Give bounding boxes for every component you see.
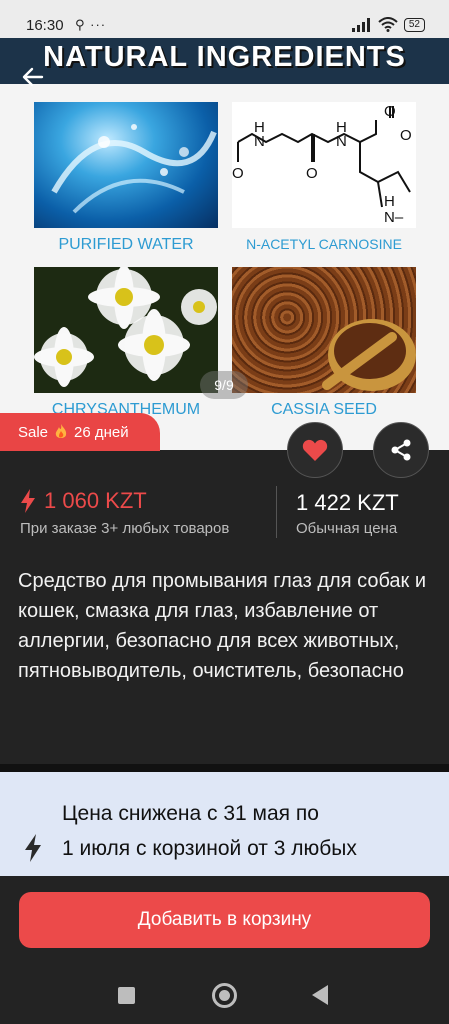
svg-text:H: H [384,193,395,210]
purified-water-image [34,102,218,228]
chrysanthemum-image [34,267,218,393]
status-time: 16:30 [26,17,64,34]
tile-label: CASSIA SEED [271,401,377,418]
recent-apps-icon[interactable] [118,987,135,1004]
price-section: 1 060 KZT При заказе 3+ любых товаров 1 … [0,470,449,550]
svg-text:O: O [384,103,396,120]
lightning-icon [25,834,41,862]
regular-price: 1 422 KZT [296,490,399,515]
add-to-cart-button[interactable]: Добавить в корзину [19,892,430,948]
system-nav-bar [0,964,449,1024]
heart-icon [302,439,328,461]
status-right-icons: 52 [351,17,425,32]
sale-days: 26 дней [74,423,129,441]
svg-text:N: N [254,133,265,150]
back-triangle-icon[interactable] [312,985,328,1005]
gallery-page-indicator: 9/9 [200,371,248,399]
gallery-banner-title: NATURAL INGREDIENTS [43,41,406,73]
promo-line-2: 1 июля с корзиной от 3 любых [62,837,357,860]
cassia-seed-image [232,267,416,393]
wifi-icon [378,17,398,32]
promo-line-1: Цена снижена с 31 мая по [62,802,319,825]
status-bar: 16:30 ⚲ ··· 52 [0,0,449,38]
product-screen: 16:30 ⚲ ··· 52 NATURAL INGREDIENTS PURIF… [0,0,449,1024]
svg-text:N: N [336,133,347,150]
tile-label: PURIFIED WATER [58,236,194,253]
product-image-gallery[interactable]: NATURAL INGREDIENTS PURIFIED WATER H N H… [0,38,449,450]
svg-text:O: O [232,165,244,182]
sale-price: 1 060 KZT [20,488,147,514]
arrow-left-icon [22,67,44,87]
product-description: Средство для промывания глаз для собак и… [18,570,427,682]
sale-price-value: 1 060 KZT [44,488,147,513]
cart-area: Добавить в корзину [0,876,449,964]
notification-icons: ⚲ ··· [75,17,107,32]
price-divider [276,486,277,538]
home-icon[interactable] [212,983,237,1008]
battery-icon: 52 [403,17,425,32]
svg-text:O: O [306,165,318,182]
svg-text:O: O [400,127,412,144]
section-divider [0,764,449,772]
lightning-icon [21,489,35,513]
fire-icon [55,424,67,438]
sale-badge: Sale 26 дней [0,413,160,451]
tile-label: N-ACETYL CARNOSINE [246,236,402,252]
sale-price-note: При заказе 3+ любых товаров [20,520,230,537]
sale-label: Sale [18,423,49,441]
svg-text:N–: N– [384,209,404,226]
n-acetyl-carnosine-image: HN HN OO OO N– H [232,102,416,228]
share-icon [391,439,411,461]
regular-price-note: Обычная цена [296,520,398,537]
promo-banner: Цена снижена с 31 мая по 1 июля с корзин… [0,772,449,876]
signal-icon [351,17,370,32]
promo-text: Цена снижена с 31 мая по 1 июля с корзин… [62,796,442,866]
back-button[interactable] [16,62,50,92]
